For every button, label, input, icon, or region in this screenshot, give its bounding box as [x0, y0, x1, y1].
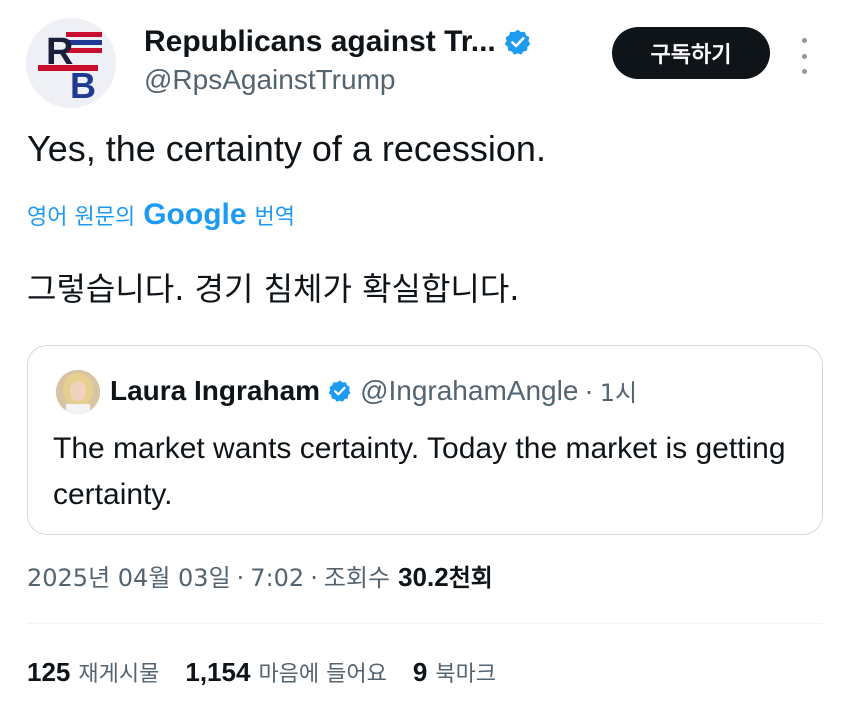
meta-separator: ·: [310, 564, 318, 592]
quote-separator: ·: [584, 374, 594, 406]
quote-header: Laura Ingraham @IngrahamAngle · 1시: [110, 373, 637, 408]
quote-author-handle[interactable]: @IngrahamAngle: [360, 375, 578, 407]
quote-tweet-card[interactable]: Laura Ingraham @IngrahamAngle · 1시 The m…: [27, 345, 823, 535]
more-dot: [801, 38, 807, 43]
likes-stat[interactable]: 1,154 마음에 들어요: [185, 656, 387, 688]
stat-value: 9: [412, 657, 428, 687]
translate-prefix: 영어 원문의: [27, 205, 136, 230]
divider: [27, 623, 823, 624]
meta-separator: ·: [236, 564, 245, 592]
author-handle[interactable]: @RpsAgainstTrump: [144, 64, 395, 96]
svg-text:B: B: [70, 65, 96, 106]
tweet-text: Yes, the certainty of a recession.: [27, 128, 546, 169]
tweet-date[interactable]: 2025년 04월 03일: [27, 558, 231, 593]
tweet-meta: 2025년 04월 03일 · 7:02 · 조회수 30.2 천회: [27, 558, 493, 593]
more-dot: [801, 53, 807, 59]
verified-badge-icon: [504, 29, 531, 55]
reposts-stat[interactable]: 125 재게시물: [27, 656, 159, 688]
quote-text: The market wants certainty. Today the ma…: [53, 432, 786, 511]
stat-value: 125: [27, 657, 71, 687]
stat-label: 북마크: [435, 662, 497, 687]
portrait-icon: [56, 370, 100, 414]
engagement-stats: 125 재게시물 1,154 마음에 들어요 9 북마크: [27, 656, 522, 688]
stat-label: 마음에 들어요: [258, 662, 387, 687]
verified-badge-icon: [328, 380, 351, 402]
translate-link[interactable]: 영어 원문의 Google 번역: [27, 198, 295, 232]
google-brand: Google: [143, 198, 247, 231]
translate-suffix: 번역: [254, 205, 296, 230]
stat-label: 재게시물: [78, 662, 160, 687]
rb-logo-icon: R B: [26, 18, 116, 108]
more-dot: [801, 69, 807, 74]
views-count[interactable]: 30.2: [398, 562, 449, 593]
quote-avatar[interactable]: [56, 370, 100, 414]
author-name-row: Republicans against Tr...: [144, 22, 532, 62]
stat-value: 1,154: [185, 657, 251, 687]
author-display-name[interactable]: Republicans against Tr...: [144, 25, 496, 59]
bookmarks-stat[interactable]: 9 북마크: [413, 656, 496, 688]
views-label: 조회수: [323, 564, 391, 592]
avatar[interactable]: R B: [26, 18, 116, 108]
more-vertical-icon[interactable]: [796, 36, 812, 76]
quote-timestamp[interactable]: 1시: [600, 373, 637, 408]
translated-text: 그렇습니다. 경기 침체가 확실합니다.: [27, 270, 520, 308]
views-unit: 천회: [448, 564, 493, 592]
quote-author-name[interactable]: Laura Ingraham: [110, 375, 320, 407]
subscribe-button[interactable]: 구독하기: [612, 27, 770, 79]
tweet-time[interactable]: 7:02: [250, 564, 304, 592]
